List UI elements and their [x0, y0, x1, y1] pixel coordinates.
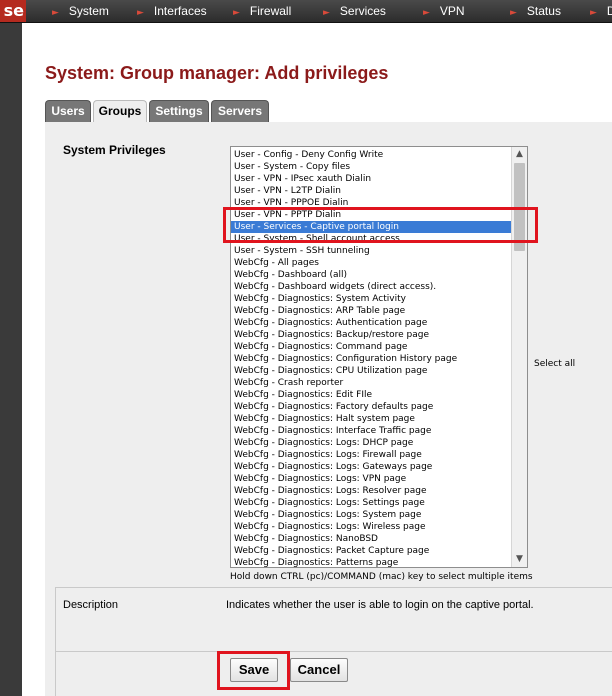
privilege-option[interactable]: WebCfg - Dashboard widgets (direct acces…	[231, 281, 513, 293]
nav-arrow-icon: ►	[423, 8, 430, 18]
nav-firewall[interactable]: ► Firewall	[233, 0, 291, 22]
scroll-thumb[interactable]	[514, 163, 525, 251]
privilege-option[interactable]: User - Config - Deny Config Write	[231, 149, 513, 161]
privilege-option[interactable]: WebCfg - Diagnostics: Logs: Settings pag…	[231, 497, 513, 509]
privilege-option[interactable]: WebCfg - Diagnostics: Logs: Firewall pag…	[231, 449, 513, 461]
nav-status[interactable]: ► Status	[510, 0, 561, 22]
privileges-listbox[interactable]: User - Config - Deny Config Write User - …	[230, 146, 528, 568]
privilege-option[interactable]: WebCfg - Diagnostics: Authentication pag…	[231, 317, 513, 329]
privilege-option[interactable]: WebCfg - Diagnostics: System Activity	[231, 293, 513, 305]
privilege-option[interactable]: WebCfg - Diagnostics: Logs: Resolver pag…	[231, 485, 513, 497]
nav-arrow-icon: ►	[233, 8, 240, 18]
nav-arrow-icon: ►	[137, 8, 144, 18]
nav-arrow-icon: ►	[510, 8, 517, 18]
privilege-option[interactable]: WebCfg - Diagnostics: NanoBSD	[231, 533, 513, 545]
privilege-option[interactable]: User - System - SSH tunneling	[231, 245, 513, 257]
privileges-label: System Privileges	[63, 143, 166, 157]
privilege-option[interactable]: User - VPN - PPPOE Dialin	[231, 197, 513, 209]
tab-servers[interactable]: Servers	[211, 100, 269, 122]
privilege-option[interactable]: User - System - Shell account access	[231, 233, 513, 245]
description-label: Description	[63, 599, 119, 611]
privilege-option[interactable]: WebCfg - All pages	[231, 257, 513, 269]
privilege-option[interactable]: WebCfg - Diagnostics: CPU Utilization pa…	[231, 365, 513, 377]
nav-interfaces[interactable]: ► Interfaces	[137, 0, 207, 22]
privilege-option[interactable]: WebCfg - Diagnostics: Patterns page	[231, 557, 513, 567]
nav-system[interactable]: ► System	[52, 0, 109, 22]
cancel-button[interactable]: Cancel	[290, 658, 348, 682]
description-text: Indicates whether the user is able to lo…	[226, 599, 534, 611]
privilege-option[interactable]: WebCfg - Diagnostics: Logs: Wireless pag…	[231, 521, 513, 533]
nav-diagnostics[interactable]: ► D	[590, 0, 612, 22]
select-all-link[interactable]: Select all	[534, 359, 575, 369]
privilege-option[interactable]: User - Services - Captive portal login	[231, 221, 513, 233]
nav-arrow-icon: ►	[52, 8, 59, 18]
privilege-option[interactable]: WebCfg - Dashboard (all)	[231, 269, 513, 281]
listbox-scrollbar[interactable]: ▲ ▼	[511, 147, 527, 567]
privilege-option[interactable]: WebCfg - Diagnostics: Command page	[231, 341, 513, 353]
nav-vpn[interactable]: ► VPN	[423, 0, 465, 22]
page-title: System: Group manager: Add privileges	[45, 63, 389, 83]
tab-groups[interactable]: Groups	[93, 100, 147, 123]
form-area: System Privileges User - Config - Deny C…	[45, 122, 612, 696]
top-nav-bar: se ► System ► Interfaces ► Firewall ► Servic…	[0, 0, 612, 23]
tab-settings[interactable]: Settings	[149, 100, 209, 122]
nav-services[interactable]: ► Services	[323, 0, 386, 22]
divider-line	[55, 651, 612, 652]
privilege-option[interactable]: WebCfg - Diagnostics: ARP Table page	[231, 305, 513, 317]
privilege-option[interactable]: WebCfg - Diagnostics: Logs: DHCP page	[231, 437, 513, 449]
privilege-option[interactable]: WebCfg - Diagnostics: Logs: VPN page	[231, 473, 513, 485]
privilege-option[interactable]: WebCfg - Diagnostics: Logs: Gateways pag…	[231, 461, 513, 473]
nav-arrow-icon: ►	[590, 8, 597, 18]
privilege-option[interactable]: WebCfg - Diagnostics: Configuration Hist…	[231, 353, 513, 365]
privilege-option[interactable]: WebCfg - Diagnostics: Factory defaults p…	[231, 401, 513, 413]
save-button[interactable]: Save	[230, 658, 278, 682]
privilege-option[interactable]: User - VPN - L2TP Dialin	[231, 185, 513, 197]
divider-vertical	[55, 587, 56, 696]
privilege-option[interactable]: WebCfg - Diagnostics: Backup/restore pag…	[231, 329, 513, 341]
scroll-down-icon[interactable]: ▼	[512, 552, 527, 567]
brand-logo: se	[0, 0, 26, 22]
nav-arrow-icon: ►	[323, 8, 330, 18]
privilege-option[interactable]: WebCfg - Diagnostics: Logs: System page	[231, 509, 513, 521]
multi-select-hint: Hold down CTRL (pc)/COMMAND (mac) key to…	[230, 572, 533, 582]
privilege-option[interactable]: WebCfg - Diagnostics: Interface Traffic …	[231, 425, 513, 437]
divider-line	[55, 587, 612, 588]
privilege-option[interactable]: WebCfg - Diagnostics: Edit FIle	[231, 389, 513, 401]
privilege-option[interactable]: WebCfg - Diagnostics: Packet Capture pag…	[231, 545, 513, 557]
privilege-option[interactable]: User - VPN - PPTP Dialin	[231, 209, 513, 221]
privileges-options: User - Config - Deny Config Write User - …	[231, 149, 513, 567]
tab-users[interactable]: Users	[45, 100, 91, 122]
privilege-option[interactable]: User - VPN - IPsec xauth Dialin	[231, 173, 513, 185]
privilege-option[interactable]: WebCfg - Diagnostics: Halt system page	[231, 413, 513, 425]
privilege-option[interactable]: WebCfg - Crash reporter	[231, 377, 513, 389]
privilege-option[interactable]: User - System - Copy files	[231, 161, 513, 173]
scroll-up-icon[interactable]: ▲	[512, 147, 527, 162]
left-sidebar-strip	[0, 0, 22, 696]
